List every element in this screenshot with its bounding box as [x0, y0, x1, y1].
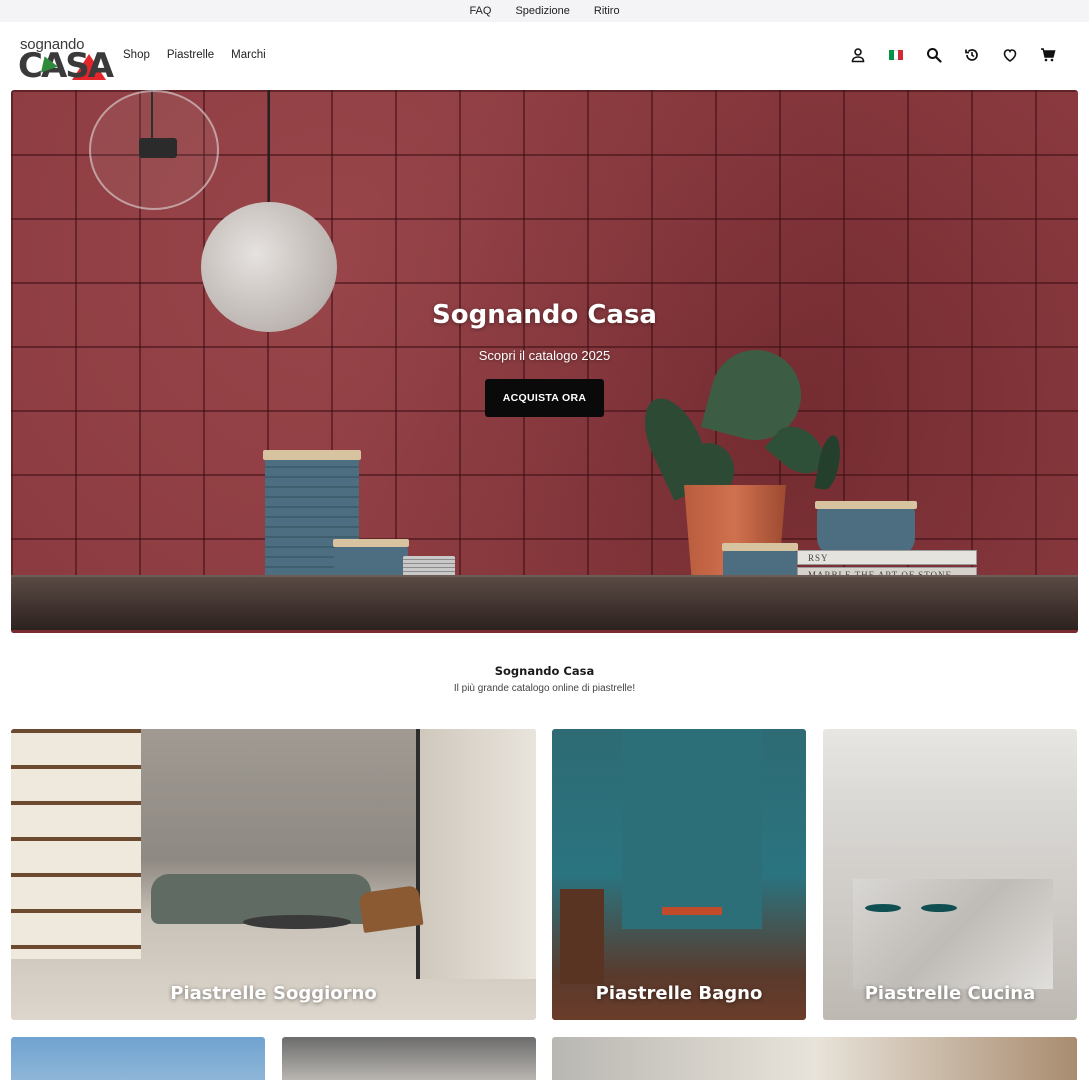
coffee-table: [243, 915, 351, 929]
plates-stack: [403, 556, 455, 576]
marble-countertop: [11, 575, 1078, 633]
window: [416, 729, 536, 979]
italy-flag-icon[interactable]: [886, 45, 906, 65]
bar-stool: [921, 904, 957, 912]
bowl-right: [815, 501, 917, 556]
history-icon[interactable]: [962, 45, 982, 65]
lamp-cord: [268, 90, 270, 202]
bench: [662, 907, 722, 915]
lamp-fixture: [139, 138, 177, 158]
vanity-cabinet: [560, 889, 604, 984]
header-icons: [848, 45, 1058, 65]
nav-shop[interactable]: Shop: [123, 49, 150, 61]
user-icon[interactable]: [848, 45, 868, 65]
logo[interactable]: sognando CASA: [18, 32, 114, 86]
bar-stool: [865, 904, 901, 912]
category-card[interactable]: [282, 1037, 536, 1080]
nav-piastrelle[interactable]: Piastrelle: [167, 49, 214, 61]
spedizione-link[interactable]: Spedizione: [515, 5, 569, 17]
category-label: Piastrelle Bagno: [595, 983, 763, 1004]
category-label: Piastrelle Cucina: [864, 983, 1036, 1004]
book-label: RSY: [808, 553, 829, 563]
hero-content: Sognando Casa Scopri il catalogo 2025 AC…: [11, 300, 1078, 417]
kitchen-island: [853, 879, 1053, 989]
search-icon[interactable]: [924, 45, 944, 65]
hero-banner: RSY MARBLE THE ART OF STONE Sognando Cas…: [11, 90, 1078, 633]
bookshelf: [11, 729, 141, 959]
category-card-cucina[interactable]: Piastrelle Cucina: [823, 729, 1077, 1020]
main-nav: Shop Piastrelle Marchi: [123, 49, 266, 61]
cart-icon[interactable]: [1038, 45, 1058, 65]
shop-now-button[interactable]: ACQUISTA ORA: [485, 379, 604, 417]
heart-icon[interactable]: [1000, 45, 1020, 65]
ritiro-link[interactable]: Ritiro: [594, 5, 620, 17]
category-card-bagno[interactable]: Piastrelle Bagno: [552, 729, 806, 1020]
category-card[interactable]: [552, 1037, 1077, 1080]
teal-wall: [622, 729, 762, 929]
category-label: Piastrelle Soggiorno: [170, 983, 377, 1004]
category-card-soggiorno[interactable]: Piastrelle Soggiorno: [11, 729, 536, 1020]
category-card[interactable]: [11, 1037, 265, 1080]
intro-section: Sognando Casa Il più grande catalogo onl…: [0, 664, 1089, 694]
armchair: [358, 885, 424, 933]
nav-marchi[interactable]: Marchi: [231, 49, 266, 61]
site-header: sognando CASA Shop Piastrelle Marchi: [0, 22, 1089, 88]
top-utility-bar: FAQ Spedizione Ritiro: [0, 0, 1089, 22]
hero-title: Sognando Casa: [432, 300, 657, 330]
logo-line2: CASA: [18, 46, 114, 86]
faq-link[interactable]: FAQ: [469, 5, 491, 17]
intro-title: Sognando Casa: [494, 664, 595, 678]
intro-subtitle: Il più grande catalogo online di piastre…: [453, 683, 636, 694]
hero-subtitle: Scopri il catalogo 2025: [478, 348, 611, 363]
